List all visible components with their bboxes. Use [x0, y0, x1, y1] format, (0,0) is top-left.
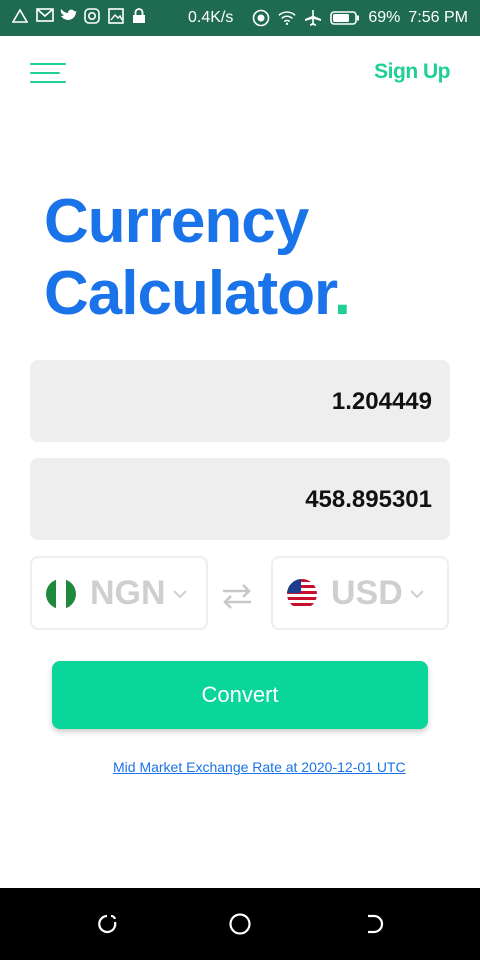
us-flag-icon — [287, 579, 317, 609]
battery-icon — [330, 9, 360, 27]
battery-percentage: 69% — [368, 9, 401, 26]
instagram-icon — [84, 8, 102, 26]
to-amount-field[interactable] — [30, 458, 450, 542]
chevron-down-icon — [172, 582, 188, 605]
from-currency-code: NGN — [90, 574, 166, 612]
nigeria-flag-icon — [46, 579, 76, 609]
recent-apps-icon[interactable] — [95, 910, 123, 938]
menu-icon[interactable] — [30, 63, 66, 85]
lock-icon — [132, 8, 150, 26]
home-icon[interactable] — [226, 910, 254, 938]
page-title: Currency Calculator. — [44, 186, 351, 330]
title-line-2: Calculator — [44, 259, 335, 328]
to-currency-select[interactable]: USD — [271, 556, 449, 630]
title-dot: . — [333, 259, 351, 328]
airplane-icon — [304, 9, 322, 27]
twitter-icon — [60, 8, 78, 26]
convert-button[interactable]: Convert — [52, 661, 428, 729]
navigation-bar — [0, 888, 480, 960]
network-speed: 0.4K/s — [188, 9, 234, 26]
wifi-icon — [278, 9, 296, 27]
from-currency-select[interactable]: NGN — [30, 556, 208, 630]
clock: 7:56 PM — [408, 9, 468, 26]
from-amount-input[interactable] — [50, 360, 434, 444]
title-line-1: Currency — [44, 187, 309, 256]
vpn-icon — [252, 9, 270, 27]
exchange-rate-link[interactable]: Mid Market Exchange Rate at 2020-12-01 U… — [113, 759, 406, 775]
back-icon[interactable] — [360, 910, 388, 938]
notification-icons — [11, 8, 150, 26]
sign-up-link[interactable]: Sign Up — [374, 60, 450, 84]
to-currency-code: USD — [331, 574, 403, 612]
warning-icon — [11, 8, 30, 26]
from-amount-field[interactable] — [30, 360, 450, 444]
swap-icon[interactable] — [219, 581, 255, 611]
gallery-icon — [108, 8, 126, 26]
to-amount-input[interactable] — [50, 458, 434, 542]
chevron-down-icon — [409, 582, 425, 605]
status-bar: 0.4K/s 69% 7:56 PM — [0, 0, 480, 36]
gmail-icon — [36, 8, 54, 26]
